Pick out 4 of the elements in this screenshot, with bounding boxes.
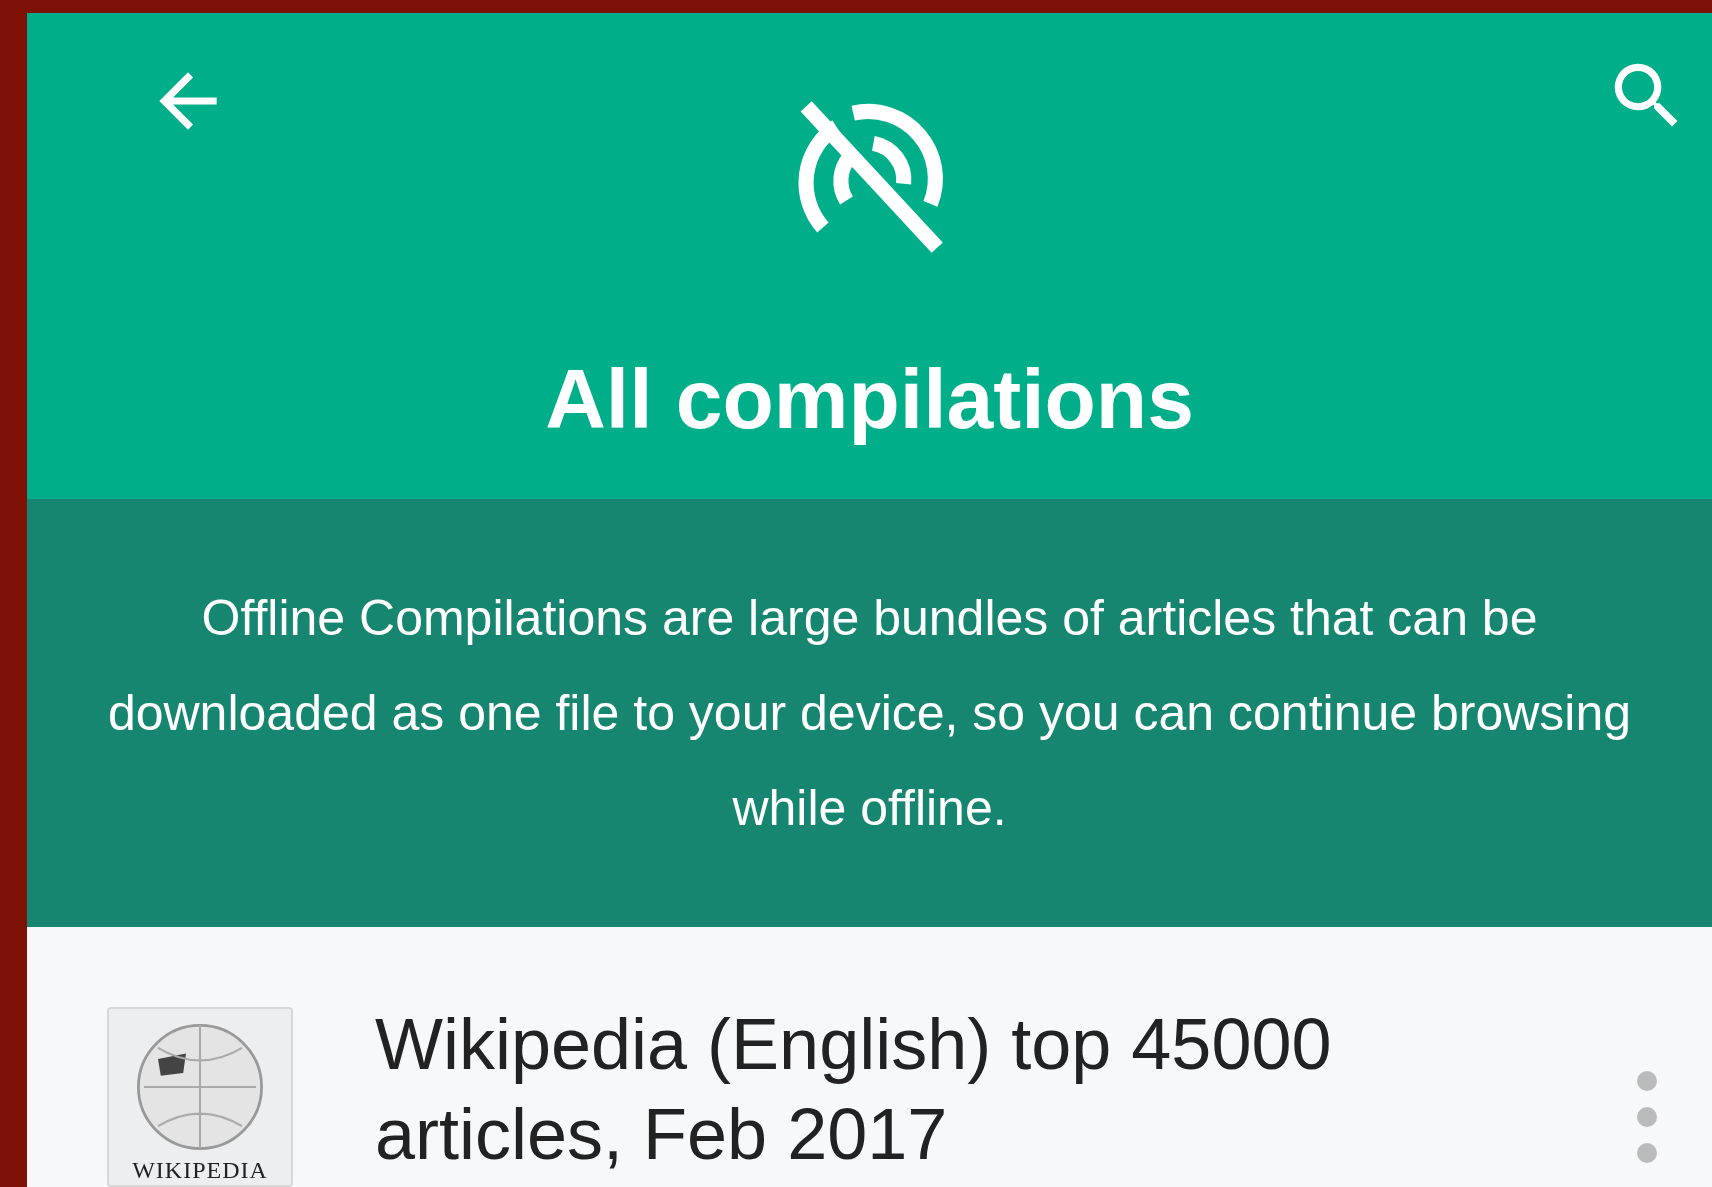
screen-title: All compilations — [545, 351, 1194, 448]
logo-text: WIKIPEDIA — [132, 1157, 268, 1184]
description-text: Offline Compilations are large bundles of articles that can be downloaded as one file to your device, so you can continue browsing while offline. — [106, 588, 1633, 838]
compilation-title[interactable]: Wikipedia (English) top 45000 articles, Feb 2017 — [375, 999, 1550, 1179]
